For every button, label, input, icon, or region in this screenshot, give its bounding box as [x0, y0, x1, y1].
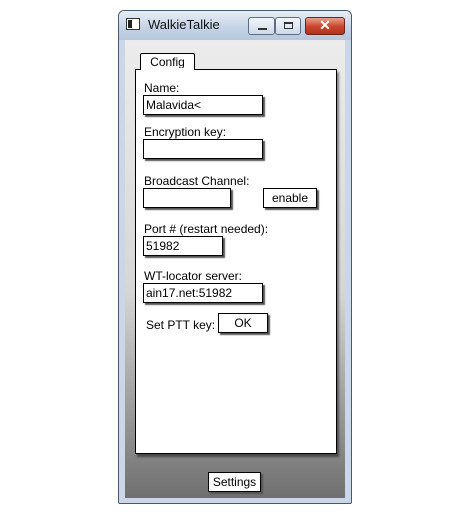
set-ptt-key-label: Set PTT key:	[146, 318, 216, 332]
name-field[interactable]: Malavida<	[143, 95, 263, 115]
broadcast-channel-field[interactable]	[143, 188, 231, 208]
app-icon	[126, 18, 140, 30]
close-icon: ✕	[319, 17, 331, 33]
walkie-talkie-window: WalkieTalkie ✕ Config Name: Malavida< En…	[118, 10, 352, 504]
wt-locator-server-label: WT-locator server:	[144, 269, 243, 283]
port-field[interactable]: 51982	[143, 236, 223, 256]
ptt-ok-button[interactable]: OK	[218, 313, 268, 333]
tab-divider	[141, 68, 194, 71]
wt-locator-server-field[interactable]: ain17.net:51982	[143, 283, 263, 303]
minimize-button[interactable]	[248, 17, 275, 35]
name-label: Name:	[144, 81, 180, 95]
close-button[interactable]: ✕	[305, 17, 345, 35]
window-title: WalkieTalkie	[148, 17, 220, 32]
minimize-icon	[258, 28, 267, 30]
client-area: Config Name: Malavida< Encryption key: B…	[125, 40, 345, 498]
title-bar[interactable]: WalkieTalkie ✕	[119, 11, 351, 40]
config-panel: Name: Malavida< Encryption key: Broadcas…	[135, 69, 337, 454]
port-label: Port # (restart needed):	[144, 222, 269, 236]
encryption-key-field[interactable]	[143, 139, 263, 159]
settings-button[interactable]: Settings	[208, 472, 261, 492]
broadcast-channel-label: Broadcast Channel:	[144, 174, 250, 188]
maximize-icon	[284, 22, 293, 29]
encryption-key-label: Encryption key:	[144, 125, 227, 139]
maximize-button[interactable]	[275, 17, 301, 35]
enable-button[interactable]: enable	[263, 188, 317, 208]
